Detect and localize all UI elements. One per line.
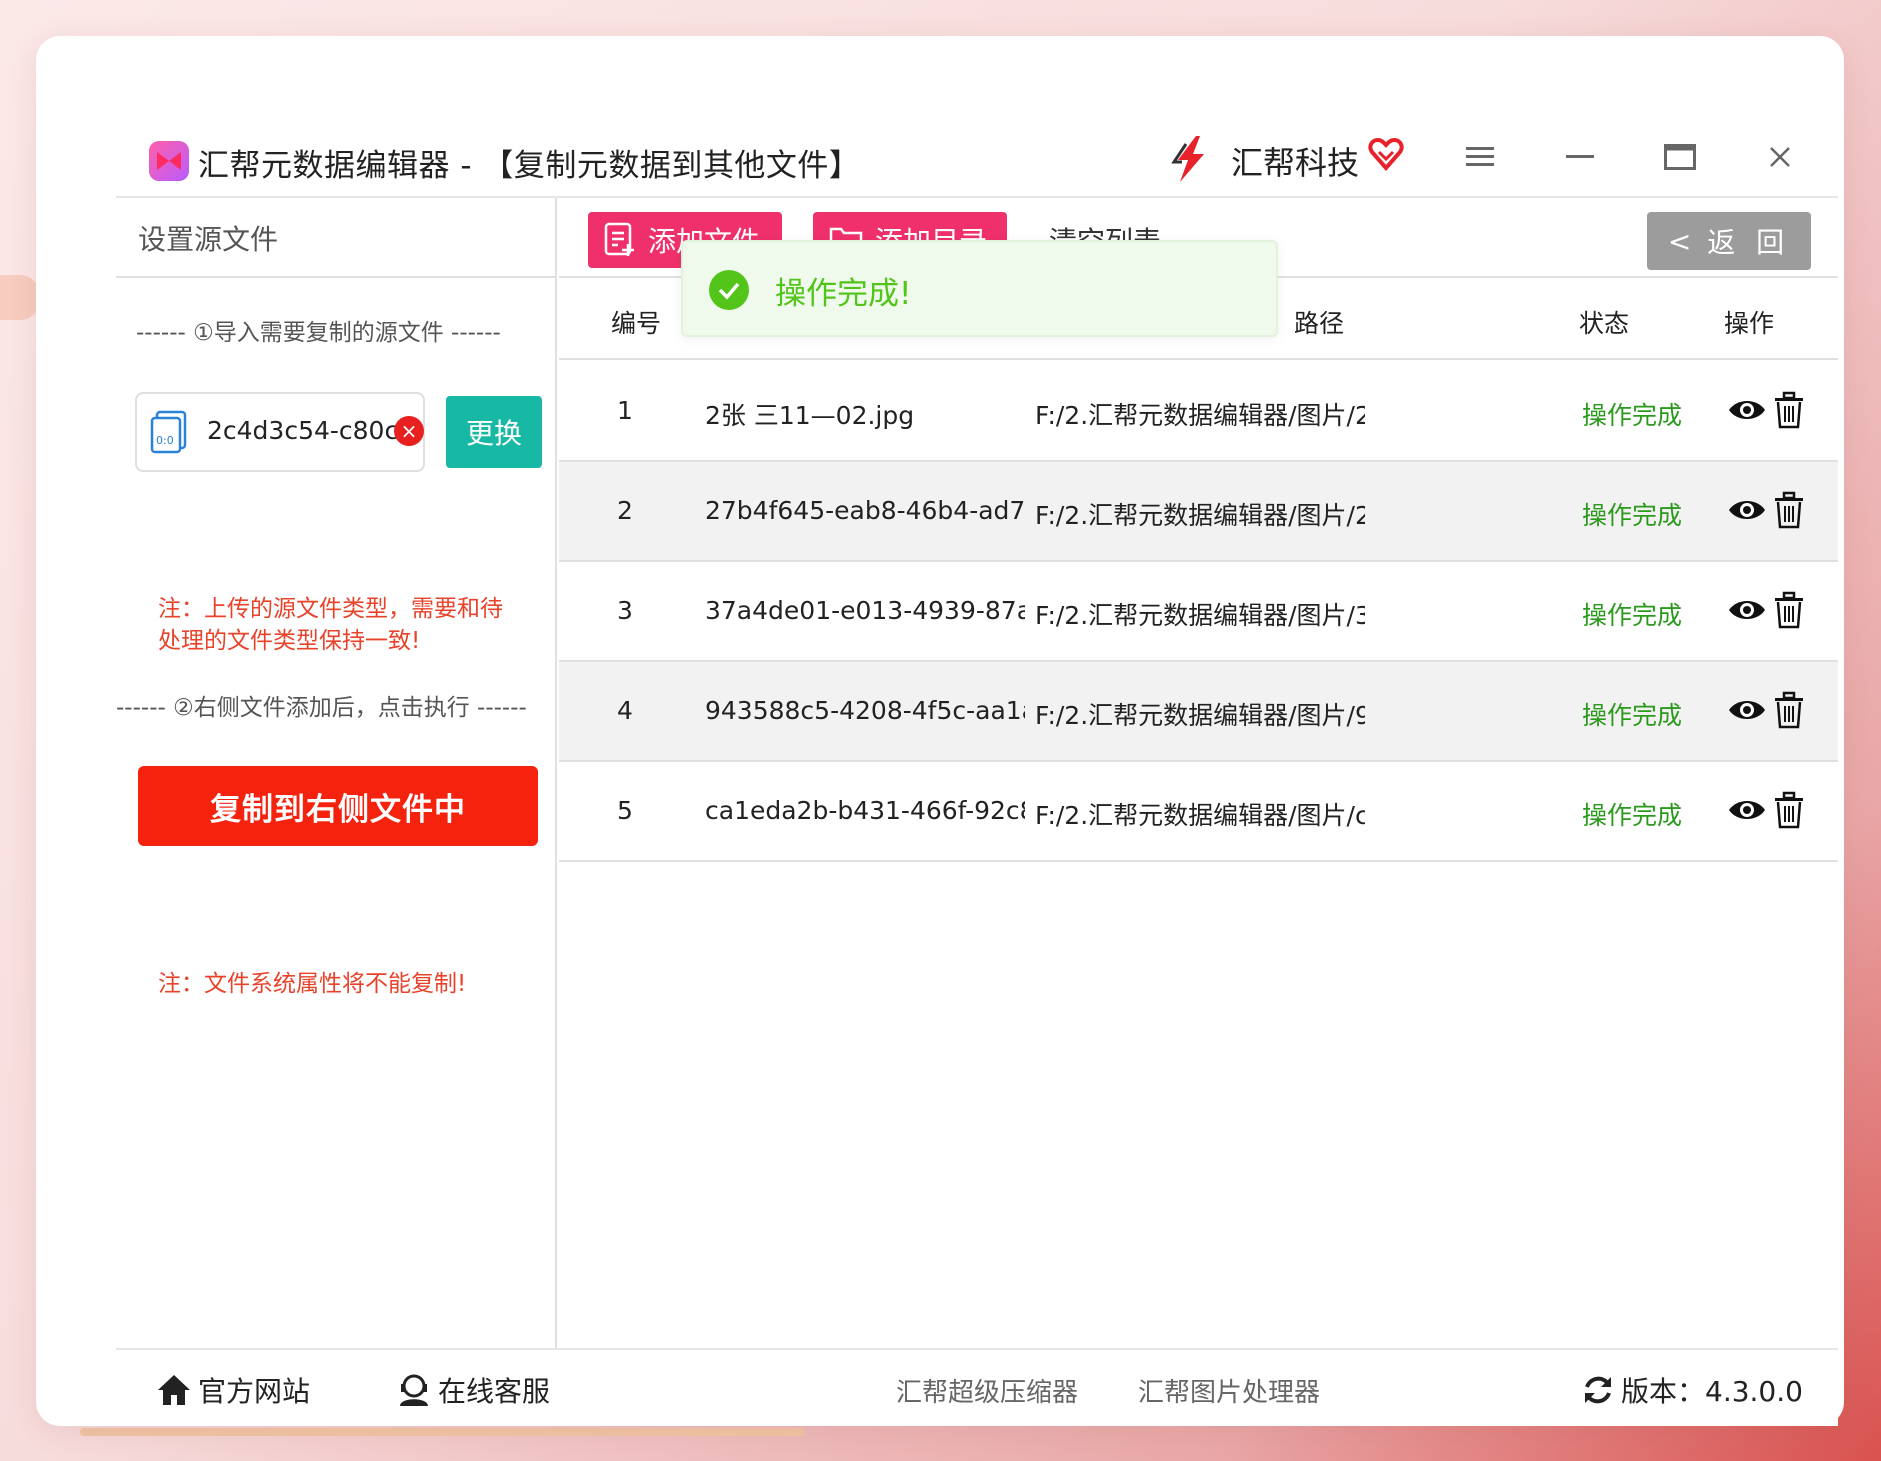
success-toast: 操作完成! [681, 240, 1278, 337]
svg-text:0:0: 0:0 [156, 434, 174, 447]
table-row[interactable]: 4 943588c5-4208-4f5c-aa1a-cdb... F:/2.汇帮元数… [559, 662, 1838, 762]
check-circle-icon [709, 270, 749, 310]
trash-icon[interactable] [1769, 490, 1809, 530]
menu-icon[interactable] [1457, 134, 1503, 180]
app-logo-icon [149, 141, 189, 181]
refresh-icon [1585, 1376, 1611, 1404]
source-file-box[interactable]: 0:0 2c4d3c54-c80c-4 [135, 392, 425, 472]
window-title: 汇帮元数据编辑器 - 【复制元数据到其他文件】 [198, 148, 861, 184]
left-panel-title: 设置源文件 [138, 223, 279, 256]
version-info[interactable]: 版本：4.3.0.0 [1581, 1370, 1803, 1410]
row-file-path: F:/2.汇帮元数据编辑器/图片/37a... [1035, 601, 1365, 630]
image-processor-link[interactable]: 汇帮图片处理器 [1138, 1372, 1320, 1409]
brand-name: 汇帮科技 [1231, 144, 1360, 182]
app-content: 汇帮元数据编辑器 - 【复制元数据到其他文件】 汇帮科技 设置源文件 -----… [116, 116, 1838, 1426]
replace-button[interactable]: 更换 [446, 396, 542, 468]
eye-icon[interactable] [1727, 490, 1767, 530]
remove-file-icon[interactable]: × [394, 416, 424, 446]
customer-service-icon [400, 1374, 428, 1406]
row-status: 操作完成 [1582, 601, 1683, 630]
chevron-left-icon: < [1667, 224, 1698, 258]
note-line: 处理的文件类型保持一致! [158, 628, 421, 654]
table-row[interactable]: 3 37a4de01-e013-4939-87af-5f2... F:/2.汇帮元数… [559, 562, 1838, 662]
row-file-name: ca1eda2b-b431-466f-92c8-95... [705, 796, 1025, 825]
footer: 官方网站 在线客服 汇帮超级压缩器 汇帮图片处理器 版本：4.3.0.0 [116, 1348, 1838, 1426]
document-icon: 0:0 [150, 410, 187, 454]
source-file-note: 注：上传的源文件类型，需要和待 处理的文件类型保持一致! [158, 593, 503, 657]
eye-icon[interactable] [1727, 390, 1767, 430]
app-window: 汇帮元数据编辑器 - 【复制元数据到其他文件】 汇帮科技 设置源文件 -----… [36, 36, 1844, 1426]
source-file-name: 2c4d3c54-c80c-4 [207, 416, 424, 445]
step1-label: ------ ①导入需要复制的源文件 ------ [136, 320, 501, 346]
left-panel: 设置源文件 ------ ①导入需要复制的源文件 ------ 0:0 2c4d… [116, 198, 557, 1348]
table-row[interactable]: 1 2张 三11—02.jpg F:/2.汇帮元数据编辑器/图片/2张 ... 操作完… [559, 362, 1838, 462]
official-site-link[interactable]: 官方网站 [156, 1370, 310, 1410]
close-icon[interactable] [1757, 134, 1803, 180]
row-file-name: 943588c5-4208-4f5c-aa1a-cdb... [705, 696, 1025, 725]
online-service-label: 在线客服 [438, 1375, 551, 1408]
row-status: 操作完成 [1582, 801, 1683, 830]
home-icon [158, 1375, 190, 1405]
table-row[interactable]: 2 27b4f645-eab8-46b4-ad78-59... F:/2.汇帮元数据… [559, 462, 1838, 562]
column-header-index: 编号 [611, 309, 662, 338]
trash-icon[interactable] [1769, 790, 1809, 830]
maximize-icon[interactable] [1657, 134, 1703, 180]
heart-icon[interactable] [1368, 136, 1404, 172]
row-index: 1 [617, 396, 633, 425]
right-panel: 添加文件 添加目录 清空列表 < 返 回 编号 路径 状态 操作 [559, 198, 1838, 1348]
copy-note: 注：文件系统属性将不能复制! [158, 971, 467, 997]
minimize-icon[interactable] [1557, 134, 1603, 180]
compressor-link[interactable]: 汇帮超级压缩器 [896, 1372, 1078, 1409]
row-file-path: F:/2.汇帮元数据编辑器/图片/2张 ... [1035, 401, 1365, 430]
back-label: 返 回 [1707, 226, 1791, 259]
row-file-name: 2张 三11—02.jpg [705, 401, 915, 430]
trash-icon[interactable] [1769, 690, 1809, 730]
toast-message: 操作完成! [775, 276, 912, 312]
row-index: 4 [617, 696, 633, 725]
column-header-action: 操作 [1724, 309, 1775, 338]
eye-icon[interactable] [1727, 690, 1767, 730]
row-file-name: 27b4f645-eab8-46b4-ad78-59... [705, 496, 1025, 525]
back-button[interactable]: < 返 回 [1647, 212, 1811, 270]
online-service-link[interactable]: 在线客服 [396, 1370, 550, 1410]
background-decoration-bar [80, 1428, 805, 1436]
row-file-path: F:/2.汇帮元数据编辑器/图片/943... [1035, 701, 1365, 730]
row-file-name: 37a4de01-e013-4939-87af-5f2... [705, 596, 1025, 625]
row-status: 操作完成 [1582, 401, 1683, 430]
step2-label: ------ ②右侧文件添加后，点击执行 ------ [116, 695, 527, 721]
version-label: 版本：4.3.0.0 [1621, 1375, 1803, 1408]
eye-icon[interactable] [1727, 590, 1767, 630]
column-header-path: 路径 [1294, 309, 1345, 338]
eye-icon[interactable] [1727, 790, 1767, 830]
left-panel-header: 设置源文件 [116, 198, 557, 278]
row-index: 5 [617, 796, 633, 825]
trash-icon[interactable] [1769, 390, 1809, 430]
row-file-path: F:/2.汇帮元数据编辑器/图片/ca1... [1035, 801, 1365, 830]
row-status: 操作完成 [1582, 501, 1683, 530]
add-file-icon [604, 222, 634, 256]
brand-logo-icon [1171, 136, 1204, 182]
column-header-status: 状态 [1579, 309, 1630, 338]
table-row[interactable]: 5 ca1eda2b-b431-466f-92c8-95... F:/2.汇帮元数据… [559, 762, 1838, 862]
background-decoration [0, 275, 40, 320]
title-bar: 汇帮元数据编辑器 - 【复制元数据到其他文件】 汇帮科技 [116, 116, 1838, 198]
row-index: 3 [617, 596, 633, 625]
trash-icon[interactable] [1769, 590, 1809, 630]
row-status: 操作完成 [1582, 701, 1683, 730]
note-line: 注：上传的源文件类型，需要和待 [158, 596, 503, 622]
row-file-path: F:/2.汇帮元数据编辑器/图片/27b... [1035, 501, 1365, 530]
row-index: 2 [617, 496, 633, 525]
official-site-label: 官方网站 [198, 1375, 311, 1408]
copy-to-files-button[interactable]: 复制到右侧文件中 [138, 766, 538, 846]
